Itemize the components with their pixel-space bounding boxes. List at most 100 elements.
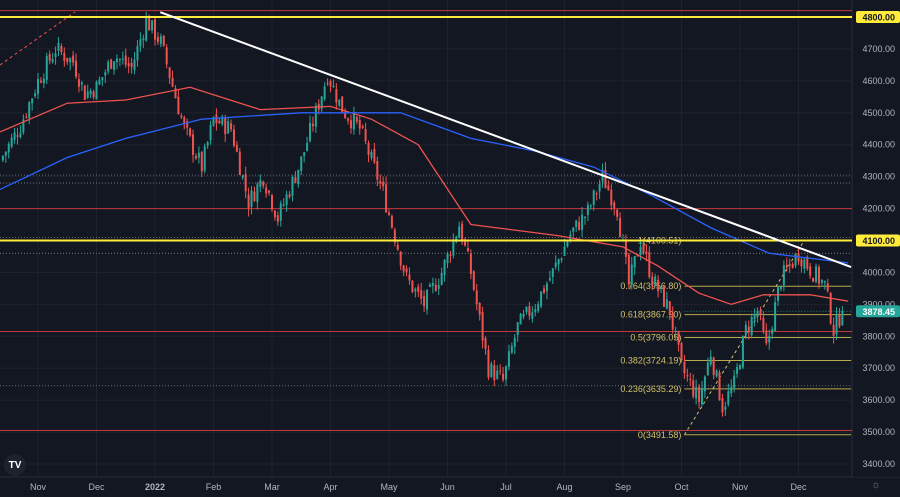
candle-body — [376, 161, 379, 180]
time-tick-label: Apr — [323, 482, 337, 492]
candle-body — [794, 253, 797, 266]
candle-body — [31, 98, 34, 104]
candle-body — [151, 20, 154, 31]
candle-body — [733, 375, 736, 388]
candle-body — [592, 190, 595, 205]
candle-body — [695, 387, 698, 399]
candle-body — [423, 296, 426, 307]
candle-body — [379, 180, 382, 184]
candle-body — [262, 181, 265, 186]
fib-level-label: 0.5(3796.05) — [630, 333, 681, 343]
candle-body — [560, 258, 563, 261]
candle-body — [361, 126, 364, 128]
candle-body — [534, 309, 537, 313]
candle-body — [654, 276, 657, 286]
candle-body — [171, 77, 174, 87]
price-tick-label: 4600.00 — [862, 76, 895, 86]
candle-body — [355, 116, 358, 122]
candle-body — [306, 142, 309, 151]
price-badge-label: 4800.00 — [862, 13, 895, 23]
candle-body — [461, 223, 464, 242]
candle-body — [194, 155, 197, 159]
candle-body — [771, 328, 774, 334]
candle-body — [510, 346, 513, 353]
candle-body — [244, 174, 247, 192]
candle-body — [768, 335, 771, 343]
gear-icon[interactable]: ☼ — [871, 479, 881, 491]
candle-body — [747, 326, 750, 333]
candle-body — [616, 209, 619, 217]
candle-body — [133, 59, 136, 70]
candle-body — [528, 306, 531, 316]
candle-body — [727, 391, 730, 405]
candle-body — [37, 78, 39, 94]
candle-body — [774, 302, 777, 332]
candle-body — [265, 187, 268, 194]
candle-body — [613, 202, 616, 209]
candle-body — [314, 105, 317, 127]
candle-body — [16, 135, 19, 137]
candle-body — [777, 287, 780, 301]
candle-body — [136, 46, 139, 61]
candle-body — [469, 253, 472, 274]
time-tick-label: 2022 — [145, 482, 165, 492]
candle-body — [271, 194, 273, 210]
candle-body — [414, 288, 417, 292]
candle-body — [66, 57, 69, 62]
time-tick-label: May — [380, 482, 398, 492]
candle-body — [437, 285, 440, 289]
candle-body — [779, 286, 782, 289]
candle-body — [619, 217, 622, 238]
candle-body — [192, 134, 195, 155]
candle-body — [396, 244, 399, 250]
candle-body — [730, 386, 733, 394]
candle-body — [420, 290, 423, 299]
candle-body — [115, 58, 118, 63]
candle-body — [750, 317, 753, 336]
candle-body — [130, 62, 133, 68]
price-tick-label: 4200.00 — [862, 204, 895, 214]
candle-body — [496, 370, 499, 379]
candle-body — [367, 142, 370, 155]
candle-body — [499, 370, 502, 372]
candle-body — [706, 362, 709, 376]
candle-body — [63, 52, 66, 61]
moving-average-line — [0, 86, 849, 306]
candle-body — [809, 266, 812, 276]
candle-body — [434, 284, 437, 291]
candle-body — [475, 290, 478, 305]
fib-level-label: 0(3491.58) — [638, 430, 682, 440]
candle-body — [349, 120, 352, 129]
candle-body — [288, 194, 291, 197]
candle-body — [309, 123, 312, 141]
tradingview-logo[interactable]: TV — [4, 454, 26, 476]
time-tick-label: Nov — [30, 482, 47, 492]
candle-body — [268, 190, 271, 193]
candle-body — [785, 264, 788, 268]
candle-body — [540, 291, 543, 307]
candle-body — [259, 179, 262, 187]
candle-body — [566, 242, 569, 247]
candle-body — [189, 128, 192, 136]
price-tick-label: 4000.00 — [862, 267, 895, 277]
candle-body — [241, 175, 244, 178]
candle-body — [60, 45, 63, 53]
candle-body — [826, 283, 829, 292]
time-tick-label: Aug — [556, 482, 572, 492]
candle-body — [660, 287, 663, 290]
price-chart[interactable]: 1(4100.51)0.764(3956.80)0.618(3867.90)0.… — [0, 0, 900, 497]
time-tick-label: Dec — [790, 482, 807, 492]
candle-body — [841, 311, 844, 325]
candle-body — [803, 259, 806, 269]
candle-body — [537, 304, 540, 311]
time-tick-label: Nov — [732, 482, 749, 492]
candle-body — [513, 337, 516, 347]
candle-body — [657, 279, 660, 292]
candle-body — [765, 330, 768, 344]
candle-body — [118, 59, 121, 61]
candle-body — [586, 204, 589, 215]
candle-body — [686, 374, 689, 377]
candle-body — [739, 365, 741, 370]
price-tick-label: 4700.00 — [862, 44, 895, 54]
candle-body — [385, 184, 388, 213]
